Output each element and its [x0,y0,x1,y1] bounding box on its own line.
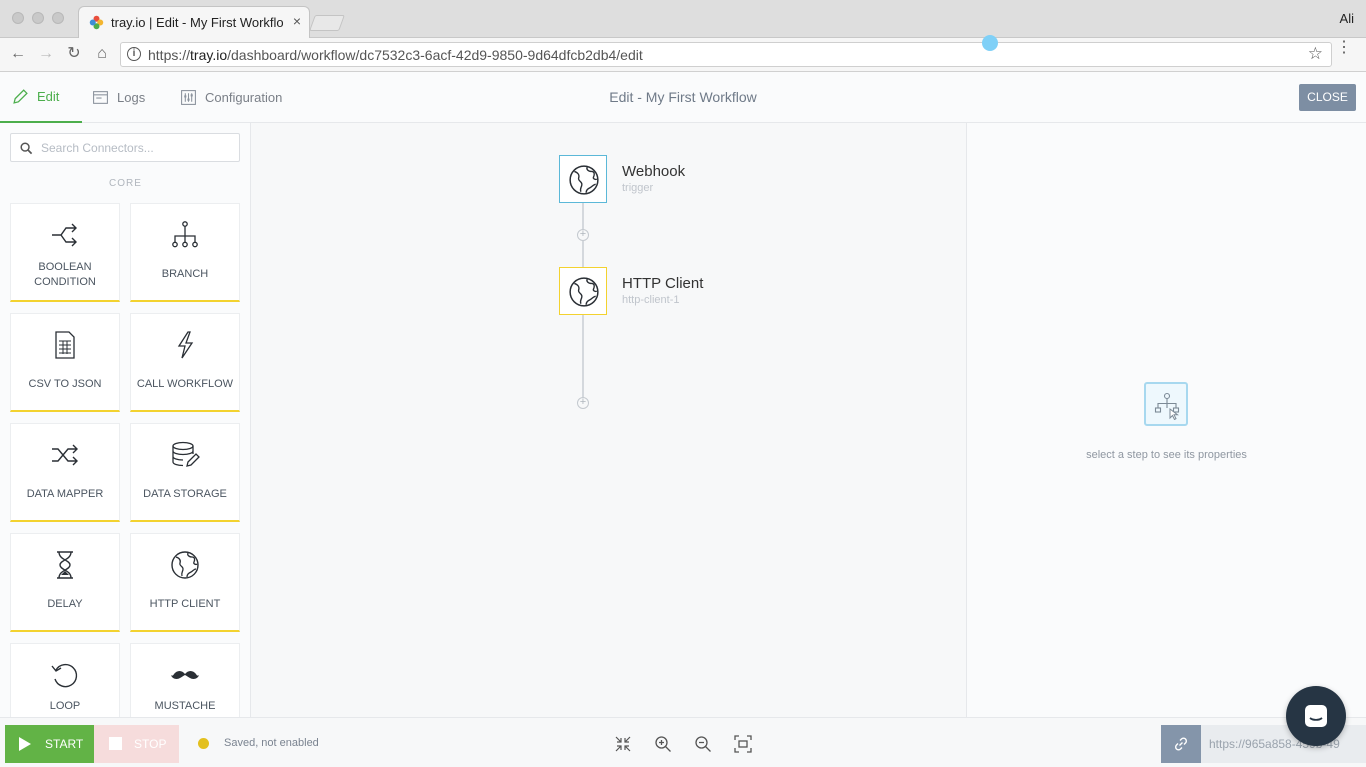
zoom-in-control[interactable] [654,735,672,753]
window-zoom-button[interactable] [52,12,64,24]
step-connector-line [582,241,584,267]
stop-button[interactable]: STOP [94,725,179,763]
database-icon [172,441,200,467]
mustache-icon [171,671,199,679]
browser-toolbar: ← → ↻ ⌂ i https://tray.io/dashboard/work… [0,38,1366,72]
fit-inward-icon [615,736,631,752]
globe-icon [171,551,199,579]
url-scheme: https:// [148,47,191,63]
step-subtitle: trigger [622,182,654,194]
fit-inward-control[interactable] [614,735,632,753]
tab-close-icon[interactable]: × [293,13,301,29]
fit-screen-icon [734,735,752,753]
browser-tab-title: tray.io | Edit - My First Workflo [111,15,283,30]
browser-tab[interactable]: tray.io | Edit - My First Workflo × [78,6,310,38]
home-icon[interactable]: ⌂ [92,44,112,64]
shuffle-icon [52,444,78,466]
window-close-button[interactable] [12,12,24,24]
copy-link-button[interactable] [1161,725,1201,763]
boolean-condition-icon [52,223,77,247]
connector-card-http-client[interactable]: HTTP CLIENT [130,533,240,632]
hourglass-icon [57,551,73,579]
connector-card-mustache[interactable]: MUSTACHE [130,643,240,717]
url-path: /dashboard/workflow/dc7532c3-6acf-42d9-9… [227,47,643,63]
link-icon [1174,737,1188,751]
globe-icon [569,165,599,195]
connector-label: DELAY [47,598,83,610]
url-host: tray.io [190,47,228,63]
step-name[interactable]: HTTP Client [622,275,703,292]
chat-launcher-button[interactable] [1286,686,1346,746]
tray-favicon-icon [89,15,104,30]
fit-screen-control[interactable] [734,735,752,753]
connector-label: DATA STORAGE [143,488,227,500]
start-button[interactable]: START [5,725,94,763]
connector-search [10,133,240,162]
address-url: https://tray.io/dashboard/workflow/dc753… [148,47,643,63]
connector-card-branch[interactable]: BRANCH [130,203,240,302]
stop-label: STOP [134,737,167,751]
browser-menu-icon[interactable]: ⋮ [1336,40,1352,56]
section-label-core: CORE [109,178,142,189]
workflow-status-text: Saved, not enabled [224,737,319,749]
csv-document-icon [55,331,75,359]
empty-properties-text: select a step to see its properties [1086,449,1247,461]
mouse-cursor-indicator [982,35,998,51]
app-header: Edit Logs Configuration Edit - My First … [0,72,1366,123]
step-subtitle: http-client-1 [622,294,680,306]
step-node-webhook[interactable] [559,155,607,203]
bottom-bar: START STOP Saved, not enabled https://96… [0,717,1366,767]
step-node-http-client[interactable] [559,267,607,315]
site-info-icon[interactable]: i [127,47,141,61]
branch-icon [172,221,198,248]
connector-card-csv-to-json[interactable]: CSV TO JSON [10,313,120,412]
step-name[interactable]: Webhook [622,163,685,180]
lightning-icon [177,331,194,359]
connector-label: HTTP CLIENT [149,598,221,610]
connector-label: LOOP [49,700,81,712]
connector-card-data-mapper[interactable]: DATA MAPPER [10,423,120,522]
connector-label: DATA MAPPER [26,488,104,500]
page-title: Edit - My First Workflow [609,89,757,105]
back-arrow-icon[interactable]: ← [8,44,28,64]
stop-icon [109,737,122,750]
play-icon [19,737,31,751]
connector-card-data-storage[interactable]: DATA STORAGE [130,423,240,522]
loop-icon [51,663,78,688]
zoom-in-icon [655,736,671,752]
connectors-sidebar: CORE BOOLEAN CONDITION BRANCH CSV TO JSO… [0,123,251,717]
connector-label: BOOLEAN CONDITION [34,261,96,288]
connector-label: BRANCH [161,268,209,280]
forward-arrow-icon[interactable]: → [36,44,56,64]
window-minimize-button[interactable] [32,12,44,24]
close-button[interactable]: CLOSE [1299,84,1356,111]
connector-card-loop[interactable]: LOOP [10,643,120,717]
connector-label: CALL WORKFLOW [136,378,234,390]
connector-card-delay[interactable]: DELAY [10,533,120,632]
start-label: START [45,737,84,751]
zoom-out-control[interactable] [694,735,712,753]
search-icon [20,142,33,155]
browser-profile-name[interactable]: Ali [1340,11,1354,26]
properties-panel: select a step to see its properties [967,123,1366,717]
bookmark-star-icon[interactable]: ☆ [1308,44,1323,64]
connector-card-boolean-condition[interactable]: BOOLEAN CONDITION [10,203,120,302]
step-connector-line [582,315,584,397]
workflow-select-icon [1144,382,1188,426]
add-step-button[interactable]: + [577,397,589,409]
address-bar[interactable]: i https://tray.io/dashboard/workflow/dc7… [120,42,1332,67]
reload-icon[interactable]: ↻ [64,44,84,64]
connector-label: CSV TO JSON [28,378,102,390]
search-connectors-input[interactable] [41,139,231,157]
browser-tab-bar: tray.io | Edit - My First Workflo × Ali [0,0,1366,38]
workflow-canvas[interactable]: + + Webhook trigger HTTP Client http-cli… [251,123,967,717]
add-step-button[interactable]: + [577,229,589,241]
connector-card-call-workflow[interactable]: CALL WORKFLOW [130,313,240,412]
status-indicator-dot [198,738,209,749]
chat-icon [1305,705,1327,727]
connector-label: MUSTACHE [154,700,216,712]
zoom-out-icon [695,736,711,752]
globe-icon [569,277,599,307]
new-tab-button[interactable] [309,15,345,31]
